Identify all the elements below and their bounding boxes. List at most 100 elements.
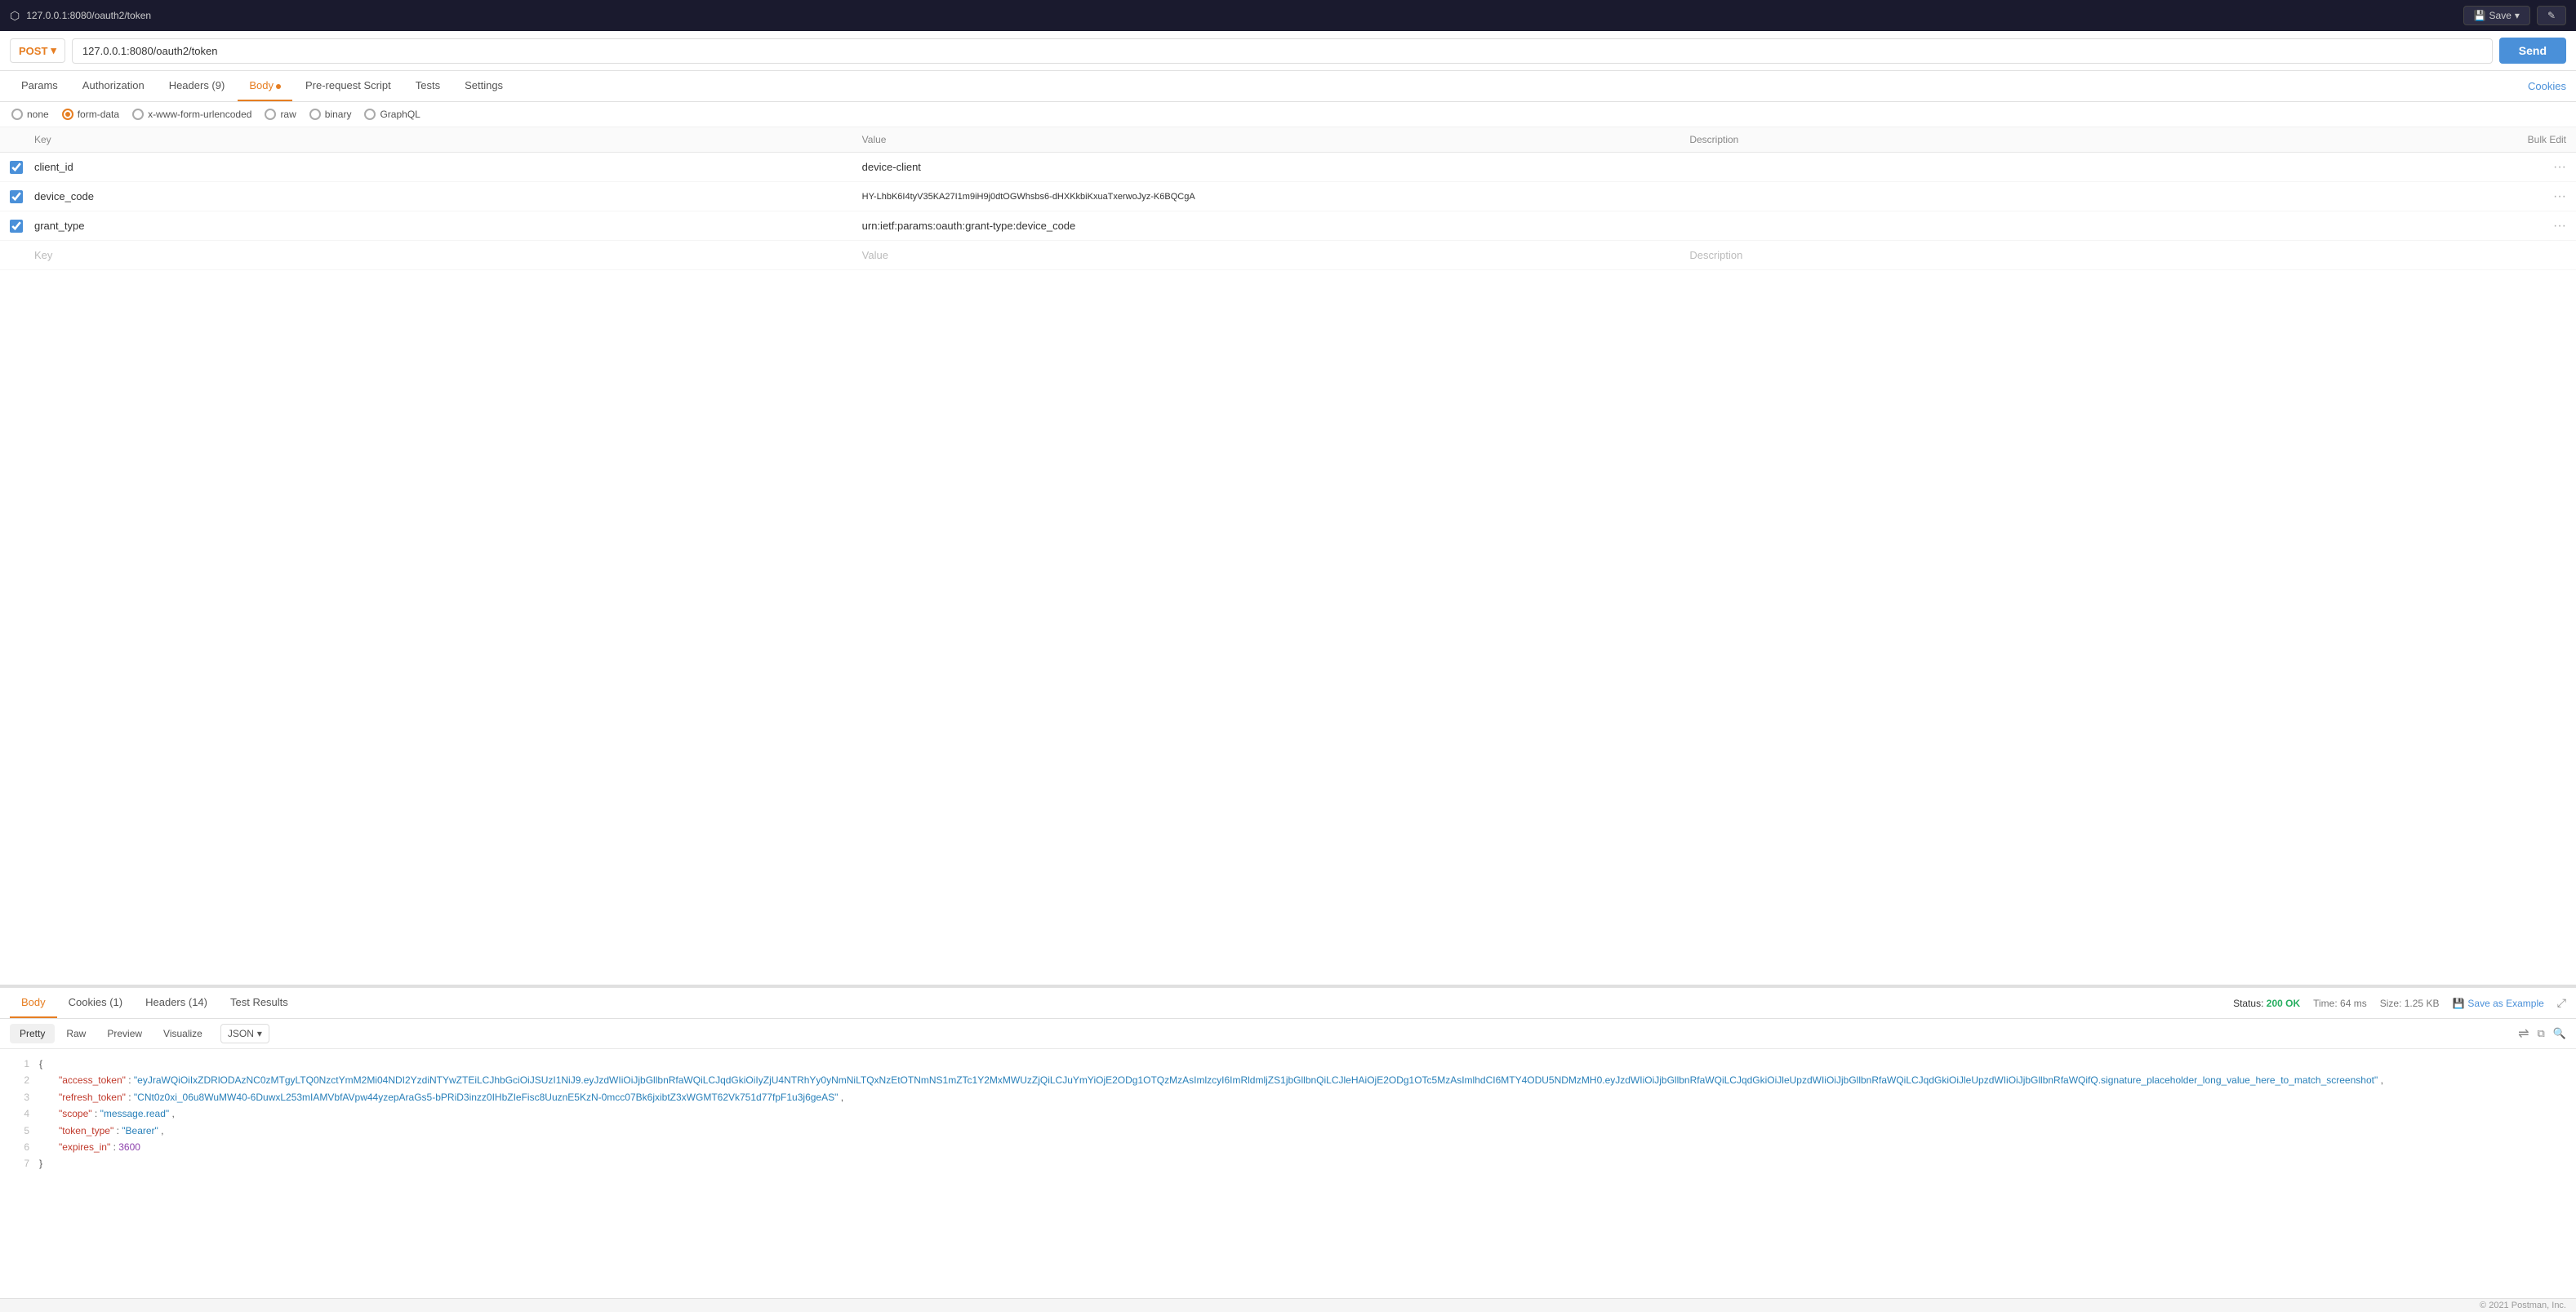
radio-raw[interactable]: raw (265, 109, 296, 120)
empty-value: Value (862, 246, 1690, 265)
empty-row: Key Value Description (0, 241, 2576, 270)
row3-more-icon[interactable]: ··· (2553, 219, 2566, 233)
wrap-icon[interactable]: ⇌ (2518, 1025, 2529, 1042)
view-tabs: Pretty Raw Preview Visualize JSON ▾ ⇌ ⧉ … (0, 1019, 2576, 1049)
method-label: POST (19, 45, 47, 57)
resp-tab-body[interactable]: Body (10, 988, 57, 1018)
view-tab-preview[interactable]: Preview (97, 1024, 152, 1043)
search-icon[interactable]: 🔍 (2553, 1027, 2566, 1040)
header-description: Description (1689, 134, 2517, 145)
resp-tab-headers[interactable]: Headers (14) (134, 988, 219, 1018)
size-info: Size: 1.25 KB (2380, 998, 2440, 1009)
status-value: 200 OK (2267, 998, 2300, 1009)
resp-tab-cookies[interactable]: Cookies (1) (57, 988, 134, 1018)
format-arrow: ▾ (257, 1028, 262, 1039)
tab-headers[interactable]: Headers (9) (158, 71, 237, 101)
radio-raw-dot (265, 109, 276, 120)
radio-urlencoded[interactable]: x-www-form-urlencoded (132, 109, 251, 120)
json-response-content: 1 { 2 "access_token" : "eyJraWQiOiIxZDRl… (0, 1049, 2576, 1298)
tab-pre-request[interactable]: Pre-request Script (294, 71, 403, 101)
row3-value: urn:ietf:params:oauth:grant-type:device_… (862, 220, 1690, 232)
tab-authorization[interactable]: Authorization (71, 71, 156, 101)
cookies-link[interactable]: Cookies (2528, 80, 2566, 92)
row2-value: HY-LhbK6I4tyV35KA27I1m9iH9j0dtOGWhsbs6-d… (862, 192, 1690, 202)
send-button[interactable]: Send (2499, 38, 2566, 64)
header-key: Key (34, 134, 862, 145)
row1-key: client_id (34, 158, 862, 176)
status-label: Status: 200 OK (2233, 998, 2300, 1009)
method-selector[interactable]: POST ▾ (10, 38, 65, 63)
radio-raw-label: raw (280, 109, 296, 120)
copyright-text: © 2021 Postman, Inc. (2480, 1301, 2566, 1310)
request-tabs: Params Authorization Headers (9) Body Pr… (0, 71, 2576, 102)
table-row: device_code HY-LhbK6I4tyV35KA27I1m9iH9j0… (0, 182, 2576, 211)
bulk-edit-btn[interactable]: Bulk Edit (2517, 134, 2566, 145)
json-line-3: 3 "refresh_token" : "CNt0z0xi_06u8WuMW40… (13, 1089, 2563, 1105)
save-button[interactable]: 💾 Save ▾ (2463, 6, 2530, 25)
tab-params[interactable]: Params (10, 71, 69, 101)
row3-actions: ··· (2517, 219, 2566, 233)
window-icon: ⬡ (10, 9, 20, 23)
url-input[interactable] (72, 38, 2493, 64)
json-line-5: 5 "token_type" : "Bearer" , (13, 1123, 2563, 1139)
response-tabs: Body Cookies (1) Headers (14) Test Resul… (0, 988, 2576, 1019)
tab-body[interactable]: Body (238, 71, 292, 101)
edit-button[interactable]: ✎ (2537, 6, 2566, 25)
radio-graphql-label: GraphQL (380, 109, 420, 120)
radio-urlencoded-label: x-www-form-urlencoded (148, 109, 251, 120)
radio-graphql[interactable]: GraphQL (364, 109, 420, 120)
row1-actions: ··· (2517, 160, 2566, 175)
radio-binary[interactable]: binary (309, 109, 352, 120)
radio-graphql-dot (364, 109, 376, 120)
radio-form-data-dot (62, 109, 73, 120)
table-row: grant_type urn:ietf:params:oauth:grant-t… (0, 211, 2576, 241)
empty-key: Key (34, 246, 862, 265)
row3-key: grant_type (34, 216, 862, 235)
row2-more-icon[interactable]: ··· (2553, 189, 2566, 204)
radio-none-label: none (27, 109, 49, 120)
view-tab-pretty[interactable]: Pretty (10, 1024, 55, 1043)
tab-settings[interactable]: Settings (453, 71, 514, 101)
row1-more-icon[interactable]: ··· (2553, 160, 2566, 175)
row2-actions: ··· (2517, 189, 2566, 204)
resp-tab-test-results[interactable]: Test Results (219, 988, 300, 1018)
view-tab-raw[interactable]: Raw (56, 1024, 96, 1043)
save-example-btn[interactable]: 💾 Save as Example (2452, 998, 2543, 1009)
radio-binary-dot (309, 109, 321, 120)
row2-key: device_code (34, 187, 862, 206)
row3-checkbox[interactable] (10, 220, 23, 233)
json-line-2: 2 "access_token" : "eyJraWQiOiIxZDRlODAz… (13, 1072, 2563, 1088)
body-table: Key Value Description Bulk Edit client_i… (0, 127, 2576, 985)
json-line-6: 6 "expires_in" : 3600 (13, 1139, 2563, 1155)
table-header-row: Key Value Description Bulk Edit (0, 127, 2576, 153)
time-info: Time: 64 ms (2313, 998, 2367, 1009)
json-line-1: 1 { (13, 1056, 2563, 1072)
radio-form-data-label: form-data (78, 109, 119, 120)
title-url-text: 127.0.0.1:8080/oauth2/token (26, 10, 151, 21)
format-label: JSON (228, 1028, 254, 1039)
radio-form-data[interactable]: form-data (62, 109, 119, 120)
radio-binary-label: binary (325, 109, 352, 120)
response-panel: Body Cookies (1) Headers (14) Test Resul… (0, 988, 2576, 1298)
title-bar-url: ⬡ 127.0.0.1:8080/oauth2/token (10, 9, 151, 23)
save-dropdown-icon: ▾ (2515, 10, 2520, 21)
bottom-bar: © 2021 Postman, Inc. (0, 1298, 2576, 1312)
save-icon: 💾 (2474, 10, 2486, 21)
method-arrow: ▾ (51, 44, 56, 57)
radio-urlencoded-dot (132, 109, 144, 120)
status-area: Status: 200 OK Time: 64 ms Size: 1.25 KB… (2233, 996, 2566, 1010)
radio-none[interactable]: none (11, 109, 49, 120)
save-example-icon: 💾 (2452, 998, 2464, 1009)
format-selector[interactable]: JSON ▾ (220, 1024, 269, 1043)
edit-icon: ✎ (2547, 10, 2556, 21)
row1-checkbox[interactable] (10, 161, 23, 174)
header-value: Value (862, 134, 1690, 145)
json-line-4: 4 "scope" : "message.read" , (13, 1105, 2563, 1122)
table-row: client_id device-client ··· (0, 153, 2576, 182)
view-tab-visualize[interactable]: Visualize (153, 1024, 212, 1043)
radio-none-dot (11, 109, 23, 120)
tab-tests[interactable]: Tests (404, 71, 452, 101)
row2-checkbox[interactable] (10, 190, 23, 203)
expand-icon[interactable]: ⤢ (2557, 996, 2566, 1010)
copy-icon[interactable]: ⧉ (2538, 1027, 2545, 1040)
